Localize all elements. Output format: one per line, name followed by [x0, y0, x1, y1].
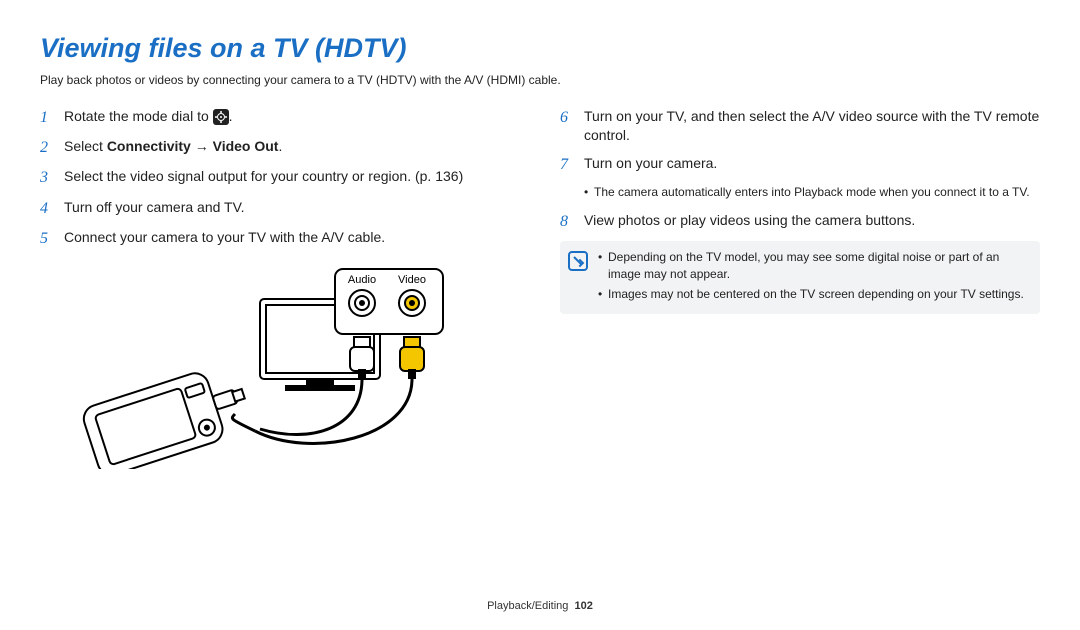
- step-text: Turn on your TV, and then select the A/V…: [584, 107, 1040, 146]
- step-number: 5: [40, 228, 54, 250]
- step-1-after: .: [229, 108, 233, 124]
- camera-icon: [80, 360, 254, 469]
- step-text: Connect your camera to your TV with the …: [64, 228, 520, 248]
- av-port-panel-icon: Audio Video: [335, 269, 443, 334]
- step-number: 7: [560, 154, 574, 176]
- connection-diagram: Audio Video: [60, 259, 520, 475]
- note-box: Depending on the TV model, you may see s…: [560, 241, 1040, 313]
- step-1: 1 Rotate the mode dial to .: [40, 107, 520, 129]
- step-number: 4: [40, 198, 54, 220]
- sub-bullet: The camera automatically enters into Pla…: [584, 184, 1040, 201]
- note-list: Depending on the TV model, you may see s…: [598, 249, 1028, 305]
- audio-label: Audio: [348, 274, 376, 286]
- note-item: Images may not be centered on the TV scr…: [598, 286, 1028, 303]
- page-footer: Playback/Editing 102: [0, 599, 1080, 614]
- step-4: 4 Turn off your camera and TV.: [40, 198, 520, 220]
- step-text: Select Connectivity → Video Out.: [64, 137, 520, 157]
- note-item: Depending on the TV model, you may see s…: [598, 249, 1028, 283]
- step-5: 5 Connect your camera to your TV with th…: [40, 228, 520, 250]
- step-6: 6 Turn on your TV, and then select the A…: [560, 107, 1040, 146]
- left-column: 1 Rotate the mode dial to . 2 Select Con…: [40, 107, 520, 475]
- step-1-before: Rotate the mode dial to: [64, 108, 213, 124]
- intro-text: Play back photos or videos by connecting…: [40, 72, 1040, 89]
- footer-section: Playback/Editing: [487, 600, 568, 612]
- step-2-bold: Connectivity → Video Out: [107, 138, 279, 154]
- step-number: 1: [40, 107, 54, 129]
- step-7-subnote: The camera automatically enters into Pla…: [584, 184, 1040, 201]
- av-diagram-svg: Audio Video: [60, 259, 460, 469]
- content-columns: 1 Rotate the mode dial to . 2 Select Con…: [40, 107, 1040, 475]
- step-2-suffix: .: [278, 138, 282, 154]
- note-icon: [568, 251, 588, 271]
- step-text: Rotate the mode dial to .: [64, 107, 520, 127]
- step-text: Turn on your camera.: [584, 154, 1040, 174]
- step-3: 3 Select the video signal output for you…: [40, 167, 520, 189]
- step-7: 7 Turn on your camera.: [560, 154, 1040, 176]
- step-2: 2 Select Connectivity → Video Out.: [40, 137, 520, 159]
- step-number: 3: [40, 167, 54, 189]
- step-2-prefix: Select: [64, 138, 107, 154]
- step-8: 8 View photos or play videos using the c…: [560, 211, 1040, 233]
- right-column: 6 Turn on your TV, and then select the A…: [560, 107, 1040, 475]
- video-label: Video: [398, 274, 426, 286]
- step-number: 6: [560, 107, 574, 129]
- step-number: 2: [40, 137, 54, 159]
- step-number: 8: [560, 211, 574, 233]
- page-title: Viewing files on a TV (HDTV): [40, 30, 1040, 68]
- page-number: 102: [575, 600, 593, 612]
- step-text: Select the video signal output for your …: [64, 167, 520, 187]
- step-text: View photos or play videos using the cam…: [584, 211, 1040, 231]
- rca-plug-yellow-icon: [400, 337, 424, 379]
- mode-dial-icon: [213, 109, 229, 125]
- step-text: Turn off your camera and TV.: [64, 198, 520, 218]
